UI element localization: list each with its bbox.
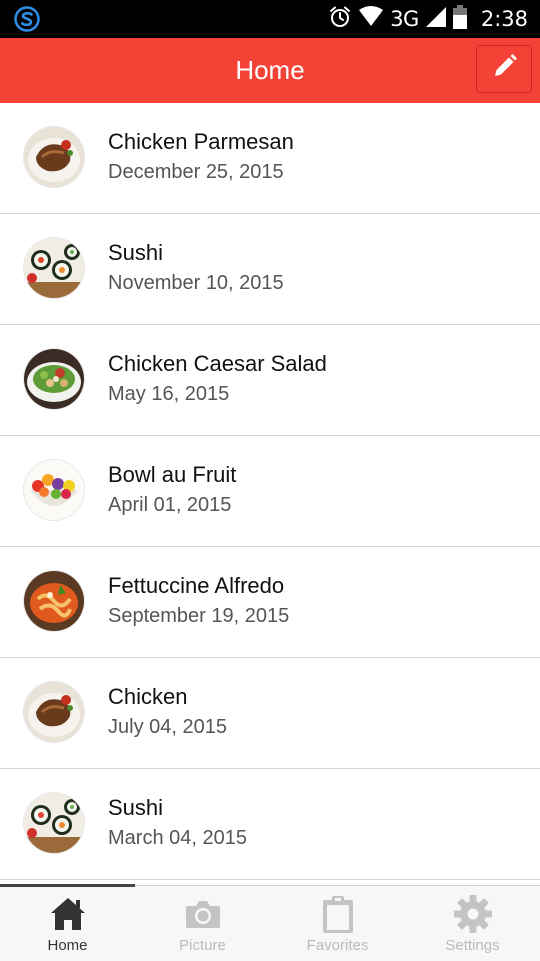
tab-home[interactable]: Home — [0, 886, 135, 961]
list-item[interactable]: Bowl au Fruit April 01, 2015 — [0, 436, 540, 547]
tab-label: Picture — [179, 937, 226, 954]
tab-label: Home — [47, 937, 88, 954]
recipe-title: Chicken Caesar Salad — [108, 351, 327, 376]
app-bar: Home — [0, 38, 540, 103]
recipe-date: September 19, 2015 — [108, 605, 290, 627]
recipe-title: Chicken Parmesan — [108, 129, 294, 154]
battery-icon — [452, 4, 467, 34]
pencil-icon — [490, 53, 518, 86]
recipe-thumbnail — [24, 682, 84, 742]
gear-icon — [453, 894, 493, 934]
recipe-date: May 16, 2015 — [108, 383, 230, 405]
wifi-icon — [358, 5, 384, 33]
home-icon — [48, 894, 88, 934]
recipe-title: Sushi — [108, 795, 164, 820]
recipe-thumbnail — [24, 571, 84, 631]
clock: 2:38 — [480, 7, 528, 31]
recipe-title: Bowl au Fruit — [108, 462, 237, 487]
tab-favorites[interactable]: Favorites — [270, 886, 405, 961]
recipe-thumbnail — [24, 793, 84, 853]
signal-icon — [425, 6, 447, 33]
bottom-tab-bar: Home Picture Favorites Settings — [0, 884, 540, 961]
list-item[interactable]: Sushi March 04, 2015 — [0, 769, 540, 880]
app-s-icon — [14, 6, 40, 32]
recipe-date: December 25, 2015 — [108, 161, 284, 183]
list-item[interactable]: Fettuccine Alfredo September 19, 2015 — [0, 547, 540, 658]
camera-icon — [183, 894, 223, 934]
recipe-thumbnail — [24, 127, 84, 187]
recipe-title: Chicken — [108, 684, 188, 709]
tab-label: Settings — [445, 937, 500, 954]
status-bar: 3G 2:38 — [0, 0, 540, 38]
recipe-date: November 10, 2015 — [108, 272, 284, 294]
recipe-list: Chicken Parmesan December 25, 2015 Sushi… — [0, 103, 540, 880]
list-item[interactable]: Chicken Parmesan December 25, 2015 — [0, 103, 540, 214]
recipe-thumbnail — [24, 460, 84, 520]
list-item[interactable]: Chicken Caesar Salad May 16, 2015 — [0, 325, 540, 436]
tab-label: Favorites — [306, 937, 369, 954]
page-title: Home — [235, 55, 305, 85]
alarm-icon — [328, 5, 352, 34]
edit-button[interactable] — [476, 45, 532, 93]
list-item[interactable]: Chicken July 04, 2015 — [0, 658, 540, 769]
recipe-date: April 01, 2015 — [108, 494, 232, 516]
recipe-date: March 04, 2015 — [108, 827, 247, 849]
recipe-thumbnail — [24, 238, 84, 298]
recipe-title: Sushi — [108, 240, 164, 265]
recipe-title: Fettuccine Alfredo — [108, 573, 285, 598]
list-item[interactable]: Sushi November 10, 2015 — [0, 214, 540, 325]
clipboard-icon — [318, 894, 358, 934]
recipe-thumbnail — [24, 349, 84, 409]
tab-picture[interactable]: Picture — [135, 886, 270, 961]
network-type-label: 3G — [390, 7, 419, 31]
tab-settings[interactable]: Settings — [405, 886, 540, 961]
recipe-date: July 04, 2015 — [108, 716, 227, 738]
